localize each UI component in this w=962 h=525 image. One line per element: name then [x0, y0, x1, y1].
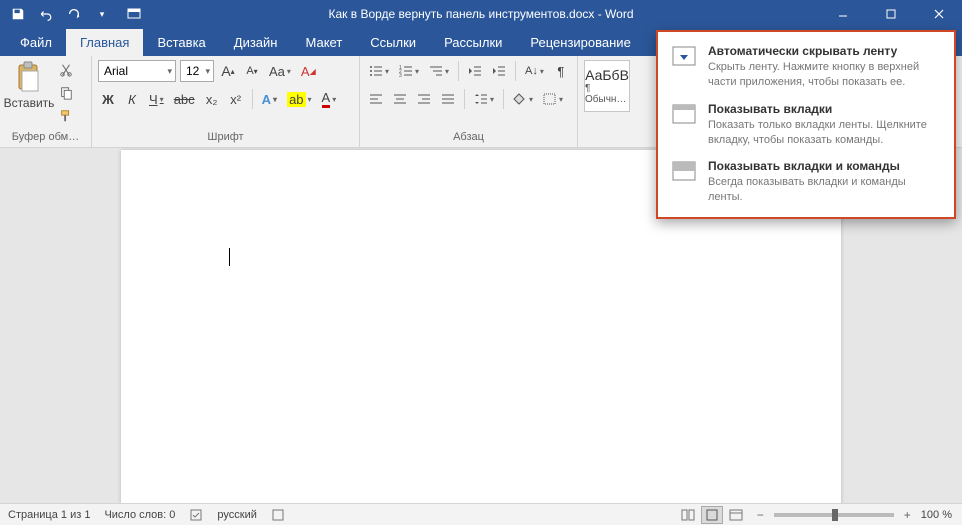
borders-button[interactable] [540, 88, 566, 110]
status-word-count[interactable]: Число слов: 0 [104, 509, 175, 521]
zoom-out-button[interactable]: − [757, 508, 764, 522]
subscript-button[interactable]: x₂ [202, 88, 222, 110]
tab-file[interactable]: Файл [6, 29, 66, 56]
tab-home[interactable]: Главная [66, 29, 143, 56]
format-painter-button[interactable] [56, 106, 76, 126]
underline-button[interactable]: Ч [146, 88, 167, 110]
tab-design[interactable]: Дизайн [220, 29, 292, 56]
qat-customize-button[interactable]: ▾ [90, 2, 114, 26]
title-bar: ▾ Как в Ворде вернуть панель инструменто… [0, 0, 962, 28]
increase-indent-button[interactable] [489, 60, 509, 82]
auto-hide-icon [670, 44, 698, 68]
web-layout-button[interactable] [725, 506, 747, 524]
shading-button[interactable] [510, 88, 536, 110]
show-tabs-icon [670, 102, 698, 126]
maximize-button[interactable] [868, 0, 914, 28]
status-language[interactable]: русский [217, 509, 256, 521]
strike-button[interactable]: abc [171, 88, 198, 110]
read-mode-button[interactable] [677, 506, 699, 524]
change-case-button[interactable]: Aa [266, 60, 294, 82]
option-show-tabs[interactable]: Показывать вкладкиПоказать только вкладк… [658, 96, 954, 154]
superscript-button[interactable]: x² [226, 88, 246, 110]
window-controls [820, 0, 962, 28]
align-center-button[interactable] [390, 88, 410, 110]
status-page[interactable]: Страница 1 из 1 [8, 509, 90, 521]
copy-button[interactable] [56, 83, 76, 103]
status-macro-icon[interactable] [271, 508, 285, 522]
highlight-button[interactable]: ab [284, 88, 314, 110]
view-buttons [677, 506, 747, 524]
group-paragraph: 123 A↓ ¶ Абзац [360, 56, 578, 147]
group-clipboard: Вставить Буфер обм… [0, 56, 92, 147]
option-auto-hide-ribbon[interactable]: Автоматически скрывать лентуСкрыть ленту… [658, 38, 954, 96]
group-label-font: Шрифт [98, 129, 353, 147]
line-spacing-button[interactable] [471, 88, 497, 110]
undo-button[interactable] [34, 2, 58, 26]
clear-format-button[interactable]: A◢ [298, 60, 319, 82]
group-label-paragraph: Абзац [366, 129, 571, 147]
font-color-button[interactable]: A [319, 88, 340, 110]
decrease-indent-button[interactable] [465, 60, 485, 82]
grow-font-button[interactable]: A▴ [218, 60, 238, 82]
font-size-select[interactable]: 12 [180, 60, 214, 82]
paste-label: Вставить [4, 96, 55, 110]
justify-button[interactable] [438, 88, 458, 110]
zoom-in-button[interactable]: + [904, 508, 911, 522]
save-button[interactable] [6, 2, 30, 26]
ribbon-display-options-button[interactable] [114, 0, 154, 28]
group-font: Arial 12 A▴ A▾ Aa A◢ Ж К Ч abc x₂ x² A a… [92, 56, 360, 147]
status-bar: Страница 1 из 1 Число слов: 0 русский − … [0, 503, 962, 525]
font-name-select[interactable]: Arial [98, 60, 176, 82]
show-tabs-commands-icon [670, 159, 698, 183]
clipboard-icon [13, 60, 45, 94]
status-proofing-icon[interactable] [189, 508, 203, 522]
cut-button[interactable] [56, 60, 76, 80]
svg-text:3: 3 [399, 73, 402, 77]
tab-references[interactable]: Ссылки [356, 29, 430, 56]
tab-insert[interactable]: Вставка [143, 29, 219, 56]
style-normal[interactable]: АаБбВ ¶ Обычн… [584, 60, 630, 112]
tab-layout[interactable]: Макет [291, 29, 356, 56]
multilevel-list-button[interactable] [426, 60, 452, 82]
redo-button[interactable] [62, 2, 86, 26]
text-cursor [229, 248, 230, 266]
text-effects-button[interactable]: A [259, 88, 280, 110]
minimize-button[interactable] [820, 0, 866, 28]
show-marks-button[interactable]: ¶ [551, 60, 571, 82]
close-button[interactable] [916, 0, 962, 28]
paste-button[interactable]: Вставить [6, 60, 52, 110]
tab-mailings[interactable]: Рассылки [430, 29, 516, 56]
zoom-slider[interactable] [774, 513, 894, 517]
group-label-clipboard: Буфер обм… [6, 129, 85, 147]
numbering-button[interactable]: 123 [396, 60, 422, 82]
option-show-tabs-commands[interactable]: Показывать вкладки и командыВсегда показ… [658, 153, 954, 211]
italic-button[interactable]: К [122, 88, 142, 110]
sort-button[interactable]: A↓ [522, 60, 547, 82]
shrink-font-button[interactable]: A▾ [242, 60, 262, 82]
zoom-level[interactable]: 100 % [921, 509, 952, 521]
align-right-button[interactable] [414, 88, 434, 110]
tab-review[interactable]: Рецензирование [516, 29, 644, 56]
bold-button[interactable]: Ж [98, 88, 118, 110]
bullets-button[interactable] [366, 60, 392, 82]
ribbon-display-options-menu: Автоматически скрывать лентуСкрыть ленту… [656, 30, 956, 219]
window-title: Как в Ворде вернуть панель инструментов.… [329, 7, 634, 21]
quick-access-toolbar: ▾ [0, 2, 114, 26]
align-left-button[interactable] [366, 88, 386, 110]
print-layout-button[interactable] [701, 506, 723, 524]
